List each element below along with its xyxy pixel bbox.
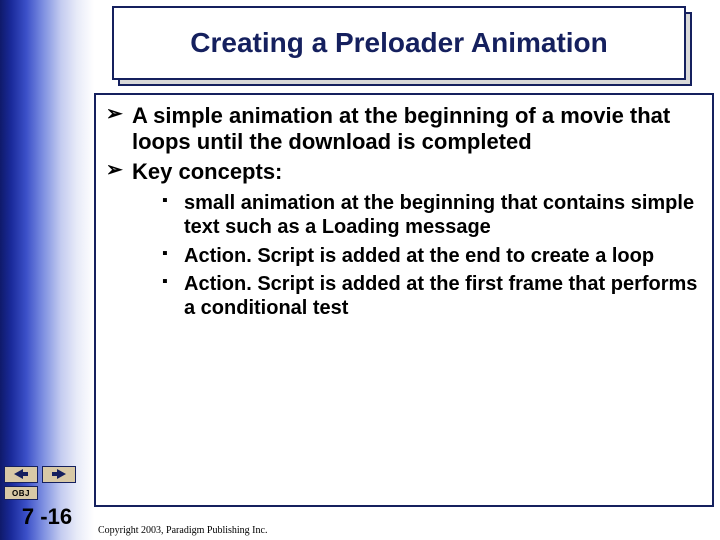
- bullet-item: A simple animation at the beginning of a…: [106, 103, 698, 155]
- arrow-left-icon: [14, 466, 28, 484]
- sidebar-gradient: [0, 0, 94, 540]
- arrow-right-icon: [52, 466, 66, 484]
- title-panel: Creating a Preloader Animation: [112, 6, 686, 80]
- content-panel: A simple animation at the beginning of a…: [94, 93, 714, 507]
- nav-buttons: [4, 466, 76, 483]
- page-number: 7 -16: [0, 504, 94, 530]
- sub-bullet-text: Action. Script is added at the first fra…: [184, 273, 697, 319]
- bullet-list-level1: A simple animation at the beginning of a…: [106, 103, 698, 321]
- slide-title: Creating a Preloader Animation: [190, 28, 608, 57]
- sub-bullet-item: Action. Script is added at the first fra…: [162, 272, 698, 321]
- bullet-list-level2: small animation at the beginning that co…: [162, 191, 698, 321]
- sub-bullet-text: Action. Script is added at the end to cr…: [184, 245, 654, 267]
- bullet-text: A simple animation at the beginning of a…: [132, 103, 670, 154]
- next-button[interactable]: [42, 466, 76, 483]
- sub-bullet-item: Action. Script is added at the end to cr…: [162, 244, 698, 268]
- obj-button[interactable]: OBJ: [4, 486, 38, 500]
- sub-bullet-item: small animation at the beginning that co…: [162, 191, 698, 240]
- obj-label: OBJ: [12, 489, 30, 498]
- copyright-text: Copyright 2003, Paradigm Publishing Inc.: [98, 525, 267, 536]
- prev-button[interactable]: [4, 466, 38, 483]
- sub-bullet-text: small animation at the beginning that co…: [184, 192, 694, 238]
- bullet-item: Key concepts: small animation at the beg…: [106, 159, 698, 321]
- bullet-text: Key concepts:: [132, 159, 282, 184]
- title-container: Creating a Preloader Animation: [112, 6, 692, 86]
